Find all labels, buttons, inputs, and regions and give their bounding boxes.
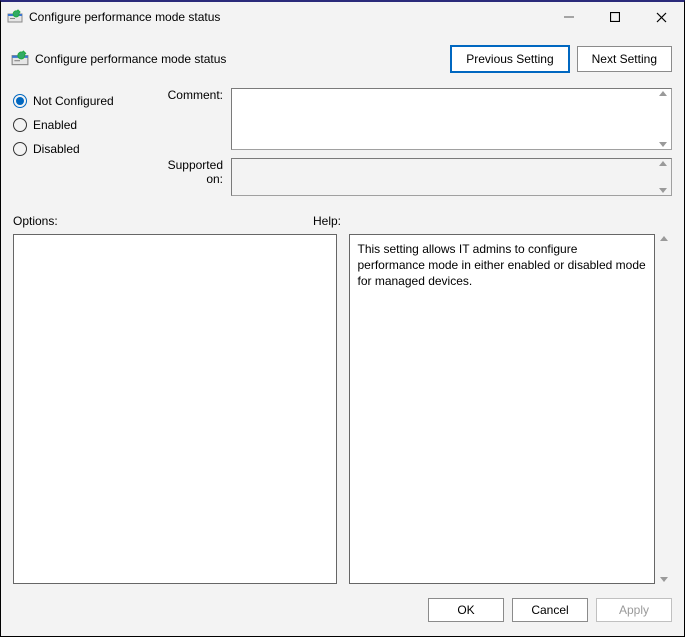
fields-area: Comment: Supported on:	[153, 88, 672, 196]
maximize-button[interactable]	[592, 2, 638, 32]
dialog-footer: OK Cancel Apply	[1, 584, 684, 636]
options-panel	[13, 234, 337, 584]
subheader: Configure performance mode status Previo…	[1, 32, 684, 82]
window-title: Configure performance mode status	[29, 10, 546, 24]
supported-field-row: Supported on:	[153, 158, 672, 196]
comment-label: Comment:	[153, 88, 231, 102]
apply-button[interactable]: Apply	[596, 598, 672, 622]
supported-display	[231, 158, 672, 196]
scroll-down-icon	[659, 142, 667, 147]
radio-indicator-icon	[13, 118, 27, 132]
minimize-button[interactable]	[546, 2, 592, 32]
options-label: Options:	[13, 214, 313, 228]
radio-label: Not Configured	[33, 94, 114, 108]
supported-scrollbar[interactable]	[654, 159, 671, 195]
help-scrollbar[interactable]	[655, 234, 672, 584]
previous-setting-button[interactable]: Previous Setting	[451, 46, 568, 72]
radio-label: Disabled	[33, 142, 80, 156]
comment-field-row: Comment:	[153, 88, 672, 150]
radio-label: Enabled	[33, 118, 77, 132]
close-button[interactable]	[638, 2, 684, 32]
radio-disabled[interactable]: Disabled	[13, 142, 153, 156]
scroll-up-icon	[659, 161, 667, 166]
help-panel-wrap: This setting allows IT admins to configu…	[349, 234, 673, 584]
supported-label: Supported on:	[153, 158, 231, 186]
options-panel-wrap	[13, 234, 337, 584]
panels-area: This setting allows IT admins to configu…	[1, 234, 684, 584]
radio-enabled[interactable]: Enabled	[13, 118, 153, 132]
app-icon	[7, 9, 23, 25]
scroll-up-icon	[660, 236, 668, 241]
scroll-up-icon	[659, 91, 667, 96]
window-controls	[546, 2, 684, 32]
help-text: This setting allows IT admins to configu…	[358, 242, 646, 288]
policy-icon	[11, 50, 29, 68]
help-panel: This setting allows IT admins to configu…	[349, 234, 656, 584]
radio-indicator-icon	[13, 94, 27, 108]
ok-button[interactable]: OK	[428, 598, 504, 622]
policy-title: Configure performance mode status	[35, 52, 451, 66]
scroll-down-icon	[659, 188, 667, 193]
config-area: Not Configured Enabled Disabled Comment:…	[1, 82, 684, 196]
help-label: Help:	[313, 214, 672, 228]
scroll-down-icon	[660, 577, 668, 582]
state-radios: Not Configured Enabled Disabled	[13, 88, 153, 196]
next-setting-button[interactable]: Next Setting	[577, 46, 672, 72]
comment-input[interactable]	[231, 88, 672, 150]
comment-scrollbar[interactable]	[654, 89, 671, 149]
section-labels: Options: Help:	[1, 196, 684, 234]
radio-indicator-icon	[13, 142, 27, 156]
cancel-button[interactable]: Cancel	[512, 598, 588, 622]
titlebar: Configure performance mode status	[1, 2, 684, 32]
nav-buttons: Previous Setting Next Setting	[451, 46, 672, 72]
radio-not-configured[interactable]: Not Configured	[13, 94, 153, 108]
